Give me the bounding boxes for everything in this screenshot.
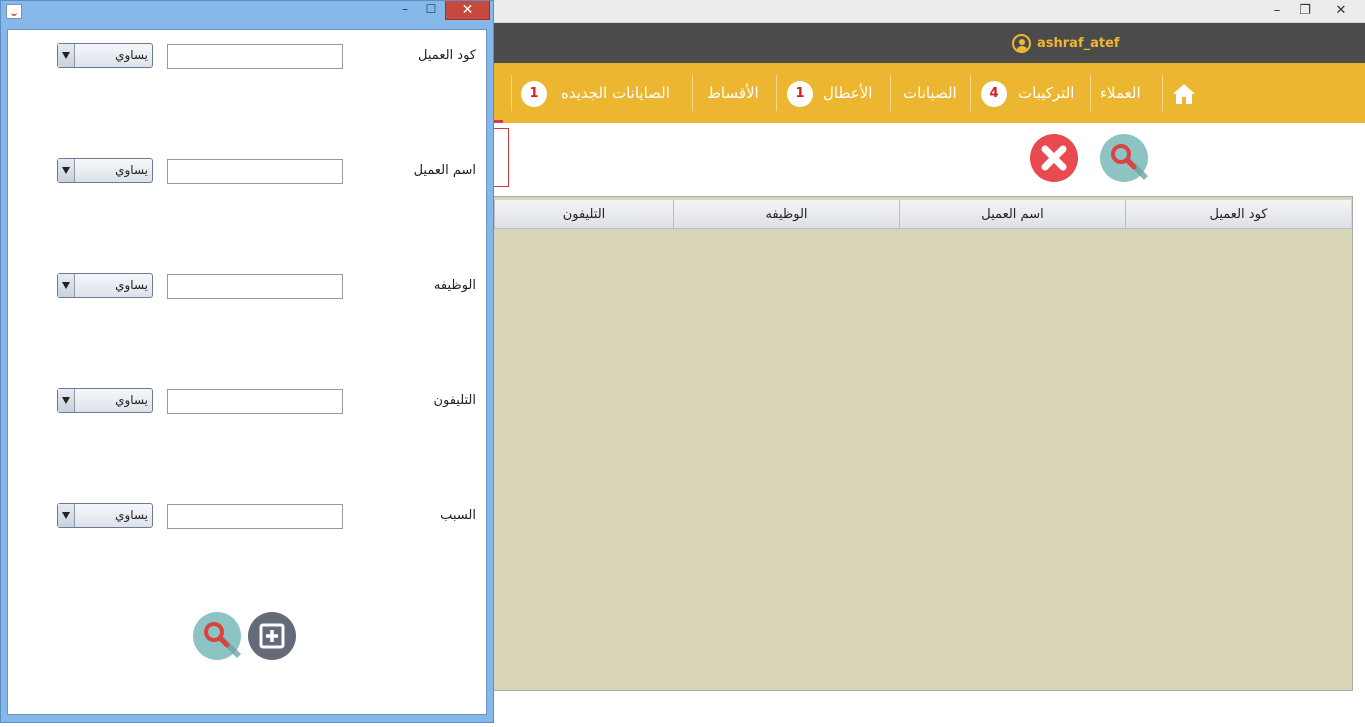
clear-x-icon — [1041, 145, 1067, 171]
client-name-input[interactable] — [167, 159, 343, 184]
nav-badge-faults: 1 — [787, 81, 813, 107]
nav-badge-new-maintenance: 1 — [521, 81, 547, 107]
main-restore-button[interactable]: ❐ — [1290, 0, 1320, 22]
java-app-icon — [6, 4, 22, 19]
nav-item-faults[interactable]: الأعطال — [823, 63, 872, 123]
user-info[interactable]: ashraf_atef — [1012, 33, 1120, 53]
column-header-client-code[interactable]: كود العميل — [1125, 200, 1351, 229]
search-button[interactable] — [1100, 134, 1148, 182]
nav-separator — [511, 75, 512, 111]
home-icon[interactable] — [1172, 83, 1196, 105]
label-job: الوظيفه — [433, 278, 476, 293]
nav-separator — [776, 75, 777, 111]
client-code-input[interactable] — [167, 44, 343, 69]
phone-input[interactable] — [167, 389, 343, 414]
nav-item-maintenance[interactable]: الصيانات — [903, 63, 957, 123]
dropdown-arrow-icon — [58, 44, 75, 67]
filter-panel-edge — [493, 128, 509, 187]
table-header: كود العميل اسم العميل الوظيفه التليفون — [494, 200, 1351, 229]
nav-separator — [692, 75, 693, 111]
label-client-code: كود العميل — [418, 48, 476, 63]
search-icon — [204, 622, 241, 658]
nav-separator — [970, 75, 971, 111]
label-reason: السبب — [440, 508, 476, 523]
user-avatar-icon — [1012, 33, 1031, 53]
dropdown-arrow-icon — [58, 274, 75, 297]
dropdown-arrow-icon — [58, 504, 75, 527]
results-table[interactable]: كود العميل اسم العميل الوظيفه التليفون — [493, 196, 1353, 691]
dropdown-arrow-icon — [58, 389, 75, 412]
nav-item-clients[interactable]: العملاء — [1100, 63, 1141, 123]
job-operator-select[interactable]: يساوي — [57, 273, 153, 298]
main-minimize-button[interactable]: – — [1262, 0, 1292, 22]
reason-input[interactable] — [167, 504, 343, 529]
column-header-job[interactable]: الوظيفه — [673, 200, 899, 229]
reason-operator-select[interactable]: يساوي — [57, 503, 153, 528]
operator-value: يساوي — [115, 393, 148, 407]
search-icon — [1111, 144, 1148, 180]
dialog-search-button[interactable] — [193, 612, 241, 660]
username: ashraf_atef — [1037, 35, 1120, 51]
label-phone: التليفون — [433, 393, 476, 408]
nav-badge-installations: 4 — [981, 81, 1007, 107]
clear-button[interactable] — [1030, 134, 1078, 182]
client-code-operator-select[interactable]: يساوي — [57, 43, 153, 68]
column-header-client-name[interactable]: اسم العميل — [899, 200, 1125, 229]
dropdown-arrow-icon — [58, 159, 75, 182]
phone-operator-select[interactable]: يساوي — [57, 388, 153, 413]
nav-separator — [1090, 75, 1091, 111]
nav-item-installments[interactable]: الأقساط — [707, 63, 759, 123]
dialog-maximize-button[interactable]: ☐ — [419, 1, 443, 19]
operator-value: يساوي — [115, 163, 148, 177]
nav-active-indicator — [493, 120, 503, 123]
dialog-titlebar[interactable]: – ☐ ✕ — [1, 1, 493, 22]
operator-value: يساوي — [115, 48, 148, 62]
dialog-minimize-button[interactable]: – — [393, 1, 417, 19]
nav-item-installations[interactable]: التركيبات — [1018, 63, 1074, 123]
dialog-add-button[interactable] — [248, 612, 296, 660]
job-input[interactable] — [167, 274, 343, 299]
add-icon — [259, 623, 285, 649]
dialog-close-button[interactable]: ✕ — [445, 1, 490, 20]
nav-separator — [890, 75, 891, 111]
search-form: كود العميل يساوي اسم العميل يساوي الوظيف… — [7, 29, 487, 715]
client-name-operator-select[interactable]: يساوي — [57, 158, 153, 183]
column-header-phone[interactable]: التليفون — [494, 200, 673, 229]
main-close-button[interactable]: ✕ — [1318, 0, 1364, 22]
nav-item-new-maintenance[interactable]: الصايانات الجديده — [561, 63, 670, 123]
table-body[interactable] — [494, 230, 1351, 690]
label-client-name: اسم العميل — [413, 163, 476, 178]
search-dialog: – ☐ ✕ كود العميل يساوي اسم العميل يساوي … — [0, 0, 494, 723]
operator-value: يساوي — [115, 508, 148, 522]
nav-separator — [1162, 75, 1163, 111]
operator-value: يساوي — [115, 278, 148, 292]
